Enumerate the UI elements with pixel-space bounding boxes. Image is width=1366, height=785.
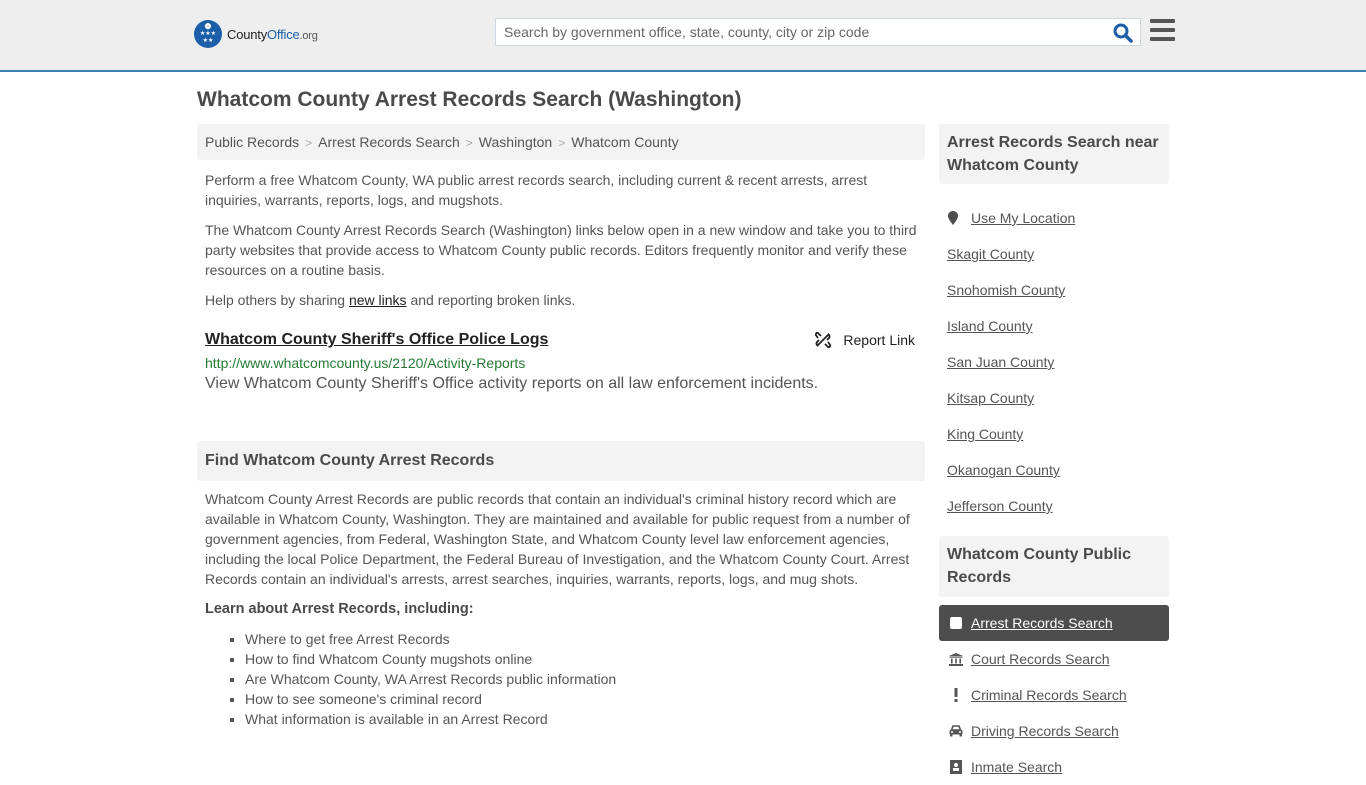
public-records-link[interactable]: Criminal Records Search bbox=[971, 687, 1127, 703]
public-records-link[interactable]: Arrest Records Search bbox=[971, 615, 1113, 631]
share-links-paragraph: Help others by sharing new links and rep… bbox=[205, 292, 576, 308]
list-item: How to see someone's criminal record bbox=[245, 689, 616, 709]
exclamation-icon bbox=[949, 688, 963, 702]
list-item: How to find Whatcom County mugshots onli… bbox=[245, 649, 616, 669]
broken-link-icon bbox=[815, 332, 832, 348]
learn-about-list: Where to get free Arrest Records How to … bbox=[245, 629, 616, 729]
menu-bar-icon bbox=[1150, 19, 1175, 23]
public-records-item-arrest[interactable]: Arrest Records Search bbox=[939, 605, 1169, 641]
public-records-item-driving[interactable]: Driving Records Search bbox=[939, 713, 1169, 749]
public-records-item-criminal[interactable]: Criminal Records Search bbox=[939, 677, 1169, 713]
public-records-list: Arrest Records Search Court Records Sear… bbox=[939, 605, 1169, 785]
nearby-heading: Arrest Records Search near Whatcom Count… bbox=[939, 124, 1169, 184]
nearby-county-link[interactable]: Snohomish County bbox=[947, 282, 1065, 298]
intro-text: Perform a free Whatcom County, WA public… bbox=[205, 170, 920, 320]
map-pin-icon bbox=[947, 211, 959, 225]
nearby-county-item[interactable]: Jefferson County bbox=[947, 488, 1075, 524]
public-records-link[interactable]: Inmate Search bbox=[971, 759, 1062, 775]
list-item: Where to get free Arrest Records bbox=[245, 629, 616, 649]
result-url: http://www.whatcomcounty.us/2120/Activit… bbox=[205, 355, 526, 371]
nearby-county-item[interactable]: Island County bbox=[947, 308, 1075, 344]
nearby-list: Use My Location Skagit County Snohomish … bbox=[947, 200, 1075, 524]
car-icon bbox=[949, 725, 963, 737]
nearby-county-item[interactable]: Kitsap County bbox=[947, 380, 1075, 416]
inmate-icon bbox=[949, 760, 963, 774]
new-links-link[interactable]: new links bbox=[349, 292, 407, 308]
breadcrumb-separator: > bbox=[558, 136, 566, 150]
menu-bar-icon bbox=[1150, 37, 1175, 41]
nearby-county-link[interactable]: King County bbox=[947, 426, 1023, 442]
nearby-county-link[interactable]: Kitsap County bbox=[947, 390, 1034, 406]
site-logo[interactable]: ❁ ★★★ ★★ CountyOffice.org bbox=[194, 20, 318, 48]
search-icon bbox=[1113, 23, 1133, 43]
site-header: ❁ ★★★ ★★ CountyOffice.org bbox=[0, 0, 1366, 72]
search-button[interactable] bbox=[1112, 22, 1134, 44]
search-input[interactable] bbox=[496, 19, 1096, 45]
breadcrumb-washington[interactable]: Washington bbox=[479, 134, 552, 150]
find-records-body: Whatcom County Arrest Records are public… bbox=[205, 491, 910, 587]
search-box bbox=[495, 18, 1141, 46]
breadcrumb-separator: > bbox=[465, 136, 473, 150]
breadcrumb-arrest-records-search[interactable]: Arrest Records Search bbox=[318, 134, 460, 150]
eagle-logo-icon: ❁ ★★★ ★★ bbox=[194, 20, 222, 48]
result-listing: Whatcom County Sheriff's Office Police L… bbox=[205, 330, 920, 393]
hamburger-menu-button[interactable] bbox=[1150, 19, 1175, 43]
nearby-county-link[interactable]: Okanogan County bbox=[947, 462, 1060, 478]
learn-about-heading: Learn about Arrest Records, including: bbox=[205, 601, 474, 617]
list-item: Are Whatcom County, WA Arrest Records pu… bbox=[245, 669, 616, 689]
intro-paragraph: Perform a free Whatcom County, WA public… bbox=[205, 172, 868, 208]
use-my-location-item[interactable]: Use My Location bbox=[947, 200, 1075, 236]
find-records-heading: Find Whatcom County Arrest Records bbox=[197, 441, 925, 481]
breadcrumb-separator: > bbox=[305, 136, 313, 150]
public-records-item-inmate[interactable]: Inmate Search bbox=[939, 749, 1169, 785]
square-icon bbox=[949, 617, 963, 629]
nearby-county-item[interactable]: Snohomish County bbox=[947, 272, 1075, 308]
intro-paragraph: The Whatcom County Arrest Records Search… bbox=[205, 222, 917, 278]
page-title: Whatcom County Arrest Records Search (Wa… bbox=[197, 88, 742, 111]
public-records-item-court[interactable]: Court Records Search bbox=[939, 641, 1169, 677]
nearby-county-link[interactable]: Skagit County bbox=[947, 246, 1034, 262]
result-title-link[interactable]: Whatcom County Sheriff's Office Police L… bbox=[205, 331, 548, 349]
public-records-link[interactable]: Court Records Search bbox=[971, 651, 1110, 667]
menu-bar-icon bbox=[1150, 28, 1175, 32]
report-link-label: Report Link bbox=[843, 332, 915, 348]
report-link-button[interactable]: Report Link bbox=[815, 332, 915, 348]
result-description: View Whatcom County Sheriff's Office act… bbox=[205, 375, 819, 392]
breadcrumb: Public Records > Arrest Records Search > Was… bbox=[197, 124, 925, 160]
nearby-county-item[interactable]: Skagit County bbox=[947, 236, 1075, 272]
courthouse-icon bbox=[949, 652, 963, 666]
nearby-county-item[interactable]: Okanogan County bbox=[947, 452, 1075, 488]
public-records-link[interactable]: Driving Records Search bbox=[971, 723, 1119, 739]
nearby-county-link[interactable]: Island County bbox=[947, 318, 1033, 334]
public-records-heading: Whatcom County Public Records bbox=[939, 536, 1169, 597]
nearby-county-link[interactable]: Jefferson County bbox=[947, 498, 1053, 514]
breadcrumb-public-records[interactable]: Public Records bbox=[205, 134, 299, 150]
logo-text: CountyOffice.org bbox=[227, 26, 318, 42]
breadcrumb-whatcom-county[interactable]: Whatcom County bbox=[571, 134, 678, 150]
nearby-county-item[interactable]: King County bbox=[947, 416, 1075, 452]
list-item: What information is available in an Arre… bbox=[245, 709, 616, 729]
nearby-county-item[interactable]: San Juan County bbox=[947, 344, 1075, 380]
nearby-county-link[interactable]: San Juan County bbox=[947, 354, 1054, 370]
use-my-location-link[interactable]: Use My Location bbox=[971, 210, 1075, 226]
